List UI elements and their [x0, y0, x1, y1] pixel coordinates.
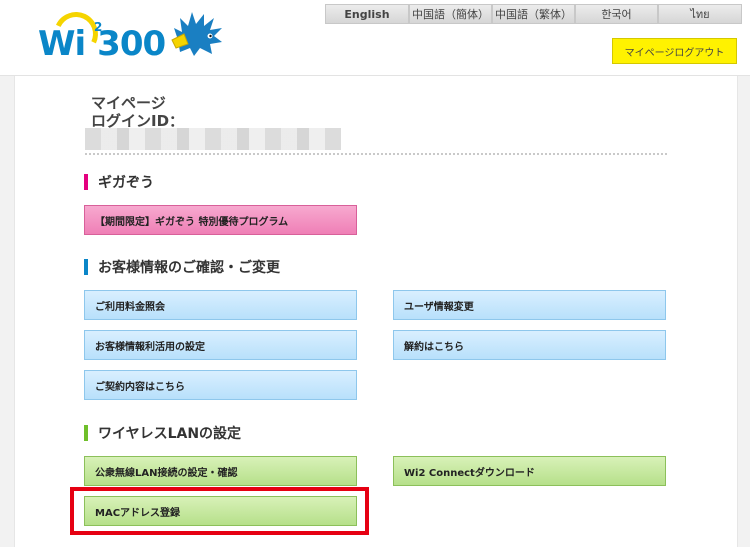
highlight-box	[70, 487, 369, 535]
section-title: お客様情報のご確認・ご変更	[98, 260, 280, 276]
wi2-connect-download-button[interactable]: Wi2 Connectダウンロード	[393, 456, 666, 486]
contract-details-button[interactable]: ご契約内容はこちら	[84, 370, 357, 400]
section-marker	[84, 174, 88, 190]
site-header: Wi 300 2 English 中国語（簡体） 中国語（繁体） 한국어 ไทย …	[0, 0, 750, 76]
section-marker	[84, 425, 88, 441]
logo-superscript: 2	[94, 20, 103, 34]
wi2-300-logo[interactable]: Wi 300 2	[38, 5, 238, 66]
lang-korean-button[interactable]: 한국어	[575, 4, 658, 24]
section-heading-gigazou: ギガぞう	[84, 173, 154, 191]
section-marker	[84, 259, 88, 275]
section-heading-customer-info: お客様情報のご確認・ご変更	[84, 258, 280, 276]
public-wlan-settings-button[interactable]: 公衆無線LAN接続の設定・確認	[84, 456, 357, 486]
lang-chinese-simplified-button[interactable]: 中国語（簡体）	[409, 4, 492, 24]
mypage-logout-button[interactable]: マイページログアウト	[612, 38, 737, 64]
section-title: ギガぞう	[98, 175, 154, 191]
hedgehog-mascot-icon	[171, 12, 222, 56]
page-title: マイページ	[91, 94, 166, 112]
lang-thai-button[interactable]: ไทย	[658, 4, 742, 24]
divider	[85, 153, 667, 155]
user-info-change-button[interactable]: ユーザ情報変更	[393, 290, 666, 320]
lang-chinese-traditional-button[interactable]: 中国語（繁体）	[492, 4, 575, 24]
section-heading-wireless-lan: ワイヤレスLANの設定	[84, 424, 241, 442]
lang-english-button[interactable]: English	[325, 4, 409, 24]
gigazou-special-program-button[interactable]: 【期間限定】ギガぞう 特別優待プログラム	[84, 205, 357, 235]
login-id-value-redacted	[85, 128, 341, 150]
customer-info-usage-settings-button[interactable]: お客様情報利活用の設定	[84, 330, 357, 360]
cancel-contract-button[interactable]: 解約はこちら	[393, 330, 666, 360]
billing-inquiry-button[interactable]: ご利用料金照会	[84, 290, 357, 320]
section-title: ワイヤレスLANの設定	[98, 426, 242, 442]
